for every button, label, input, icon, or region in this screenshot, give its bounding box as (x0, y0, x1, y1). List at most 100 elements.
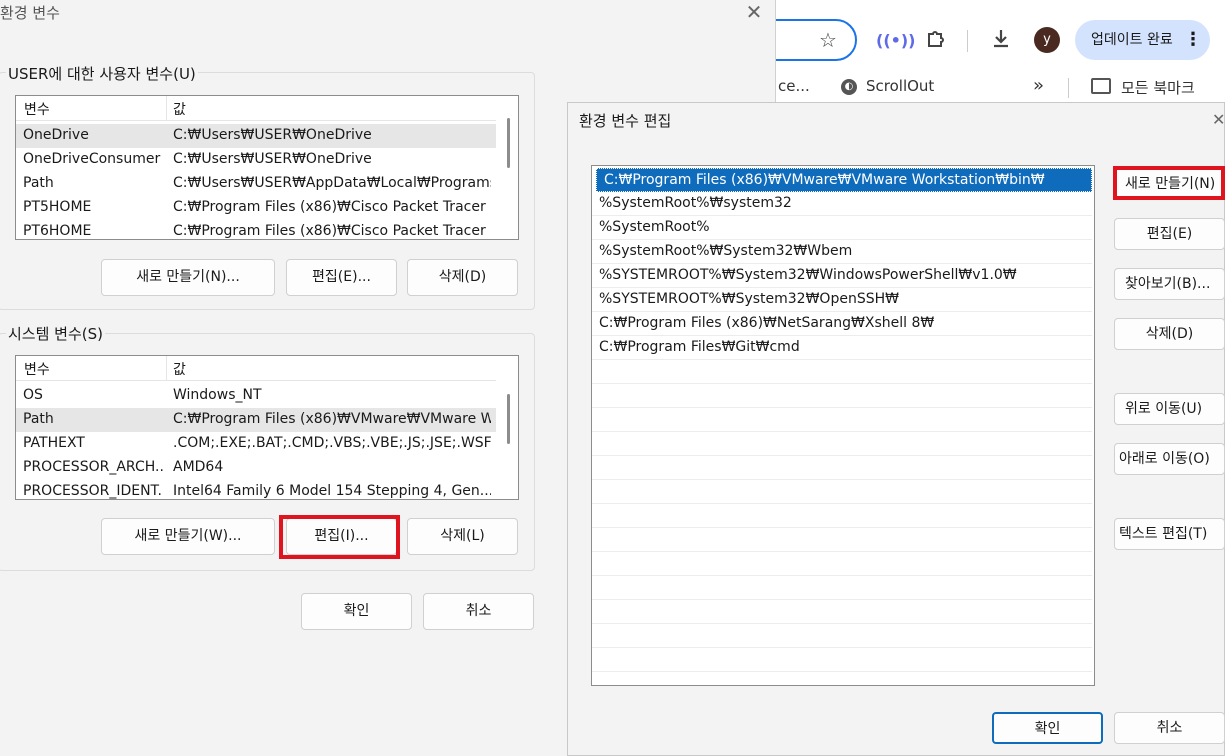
download-icon[interactable] (987, 27, 1015, 55)
variable-value: C:₩Users₩USER₩OneDrive (173, 127, 372, 143)
edit-dialog-title: 환경 변수 편집 (579, 112, 672, 130)
user-variables-list[interactable]: 변수 값 OneDrive C:₩Users₩USER₩OneDrive One… (15, 95, 519, 240)
column-header-variable[interactable]: 변수 (24, 359, 50, 379)
user-new-button[interactable]: 새로 만들기(N)... (101, 259, 275, 296)
path-entries-list[interactable]: C:₩Program Files (x86)₩VMware₩VMware Wor… (591, 165, 1095, 686)
bookmark-star-icon[interactable]: ☆ (818, 30, 838, 50)
edit-cancel-button[interactable]: 취소 (1114, 712, 1225, 744)
close-icon[interactable]: ✕ (744, 0, 764, 24)
table-row[interactable]: PATHEXT .COM;.EXE;.BAT;.CMD;.VBS;.VBE;.J… (16, 432, 496, 456)
variable-name: Path (23, 411, 54, 427)
extensions-puzzle-icon[interactable] (922, 27, 950, 55)
empty-list-row[interactable] (592, 552, 1092, 576)
column-header-variable[interactable]: 변수 (24, 99, 50, 119)
move-down-button[interactable]: 아래로 이동(O) (1114, 443, 1225, 475)
vertical-scrollbar-thumb[interactable] (507, 118, 510, 168)
column-header-value[interactable]: 값 (173, 359, 186, 379)
empty-list-row[interactable] (592, 480, 1092, 504)
list-item[interactable]: %SYSTEMROOT%₩System32₩OpenSSH₩ (592, 288, 1092, 312)
highlight-box (279, 515, 400, 559)
more-menu-icon[interactable]: ⋮ (1184, 20, 1202, 60)
table-row[interactable]: PROCESSOR_IDENT... Intel64 Family 6 Mode… (16, 480, 496, 499)
scrollout-favicon-icon: ◐ (841, 79, 857, 95)
update-button-label: 업데이트 완료 (1091, 32, 1173, 48)
system-variables-label: 시스템 변수(S) (6, 323, 105, 344)
empty-list-row[interactable] (592, 384, 1092, 408)
user-edit-button[interactable]: 편집(E)... (286, 259, 397, 296)
path-entry-text: %SYSTEMROOT%₩System32₩WindowsPowerShell₩… (599, 267, 1017, 283)
variable-name: PATHEXT (23, 435, 85, 451)
user-variables-label: USER에 대한 사용자 변수(U) (6, 63, 198, 84)
list-item[interactable]: %SystemRoot% (592, 216, 1092, 240)
table-row[interactable]: PT6HOME C:₩Program Files (x86)₩Cisco Pac… (16, 220, 496, 239)
variable-value: C:₩Users₩USER₩AppData₩Local₩Programs... (173, 175, 491, 191)
system-new-button[interactable]: 새로 만들기(W)... (101, 518, 275, 555)
close-icon[interactable]: ✕ (1212, 110, 1225, 129)
empty-list-row[interactable] (592, 648, 1092, 672)
table-row[interactable]: OS Windows_NT (16, 384, 496, 408)
edit-text-button[interactable]: 텍스트 편집(T) (1114, 518, 1225, 550)
variable-name: PROCESSOR_ARCH... (23, 459, 163, 475)
variable-value: Intel64 Family 6 Model 154 Stepping 4, G… (173, 483, 491, 499)
empty-list-row[interactable] (592, 432, 1092, 456)
cancel-button[interactable]: 취소 (423, 593, 534, 630)
media-cast-icon[interactable]: ((•)) (876, 27, 915, 55)
system-delete-button[interactable]: 삭제(L) (407, 518, 518, 555)
path-edit-button[interactable]: 편집(E) (1114, 218, 1225, 250)
table-row[interactable]: PT5HOME C:₩Program Files (x86)₩Cisco Pac… (16, 196, 496, 220)
all-bookmarks-link[interactable]: 모든 북마크 (1121, 77, 1195, 98)
system-variables-list[interactable]: 변수 값 OS Windows_NT Path C:₩Program Files… (15, 355, 519, 500)
list-item[interactable]: %SystemRoot%₩System32₩Wbem (592, 240, 1092, 264)
table-row[interactable]: OneDriveConsumer C:₩Users₩USER₩OneDrive (16, 148, 496, 172)
variable-name: OS (23, 387, 43, 403)
dialog-title: 환경 변수 (0, 4, 60, 22)
empty-list-row[interactable] (592, 504, 1092, 528)
list-item[interactable]: C:₩Program Files₩Git₩cmd (592, 336, 1092, 360)
column-divider[interactable] (166, 96, 167, 120)
ok-button[interactable]: 확인 (301, 593, 412, 630)
move-up-button[interactable]: 위로 이동(U) (1114, 393, 1225, 425)
path-browse-button[interactable]: 찾아보기(B)... (1114, 268, 1225, 300)
list-item[interactable]: C:₩Program Files (x86)₩NetSarang₩Xshell … (592, 312, 1092, 336)
table-row[interactable]: PROCESSOR_ARCH... AMD64 (16, 456, 496, 480)
variable-name: PT5HOME (23, 199, 92, 215)
list-item[interactable]: %SYSTEMROOT%₩System32₩WindowsPowerShell₩… (592, 264, 1092, 288)
variable-name: PROCESSOR_IDENT... (23, 483, 163, 499)
table-row[interactable]: OneDrive C:₩Users₩USER₩OneDrive (16, 124, 496, 148)
vertical-scrollbar-thumb[interactable] (507, 394, 510, 444)
variable-name: OneDrive (23, 127, 89, 143)
empty-list-row[interactable] (592, 600, 1092, 624)
variable-value: C:₩Users₩USER₩OneDrive (173, 151, 372, 167)
path-entry-text: %SystemRoot% (599, 219, 710, 235)
list-item[interactable]: %SystemRoot%₩system32 (592, 192, 1092, 216)
variable-value: C:₩Program Files (x86)₩Cisco Packet Trac… (173, 223, 491, 239)
table-row[interactable]: Path C:₩Users₩USER₩AppData₩Local₩Program… (16, 172, 496, 196)
variable-name: Path (23, 175, 54, 191)
bookmarks-overflow-icon[interactable]: » (1033, 75, 1044, 96)
empty-list-row[interactable] (592, 528, 1092, 552)
highlight-box (1113, 166, 1225, 200)
list-header: 변수 값 (16, 356, 496, 381)
path-entry-text: C:₩Program Files (x86)₩NetSarang₩Xshell … (599, 315, 935, 331)
empty-list-row[interactable] (592, 576, 1092, 600)
path-delete-button[interactable]: 삭제(D) (1114, 318, 1225, 350)
user-delete-button[interactable]: 삭제(D) (407, 259, 518, 296)
variable-name: OneDriveConsumer (23, 151, 161, 167)
empty-list-row[interactable] (592, 456, 1092, 480)
path-entry-text: %SYSTEMROOT%₩System32₩OpenSSH₩ (599, 291, 899, 307)
empty-list-row[interactable] (592, 360, 1092, 384)
toolbar-divider (967, 30, 968, 52)
variable-value: .COM;.EXE;.BAT;.CMD;.VBS;.VBE;.JS;.JSE;.… (173, 435, 491, 451)
empty-list-row[interactable] (592, 408, 1092, 432)
variable-name: PT6HOME (23, 223, 92, 239)
variable-value: Windows_NT (173, 387, 262, 403)
profile-avatar[interactable]: y (1034, 27, 1060, 53)
bookmark-item-partial[interactable]: ce... (778, 77, 810, 95)
list-item[interactable]: C:₩Program Files (x86)₩VMware₩VMware Wor… (596, 168, 1092, 192)
edit-ok-button[interactable]: 확인 (992, 712, 1103, 744)
table-row[interactable]: Path C:₩Program Files (x86)₩VMware₩VMwar… (16, 408, 496, 432)
bookmark-item-scrollout[interactable]: ScrollOut (866, 77, 934, 95)
empty-list-row[interactable] (592, 624, 1092, 648)
column-header-value[interactable]: 값 (173, 99, 186, 119)
column-divider[interactable] (166, 356, 167, 380)
